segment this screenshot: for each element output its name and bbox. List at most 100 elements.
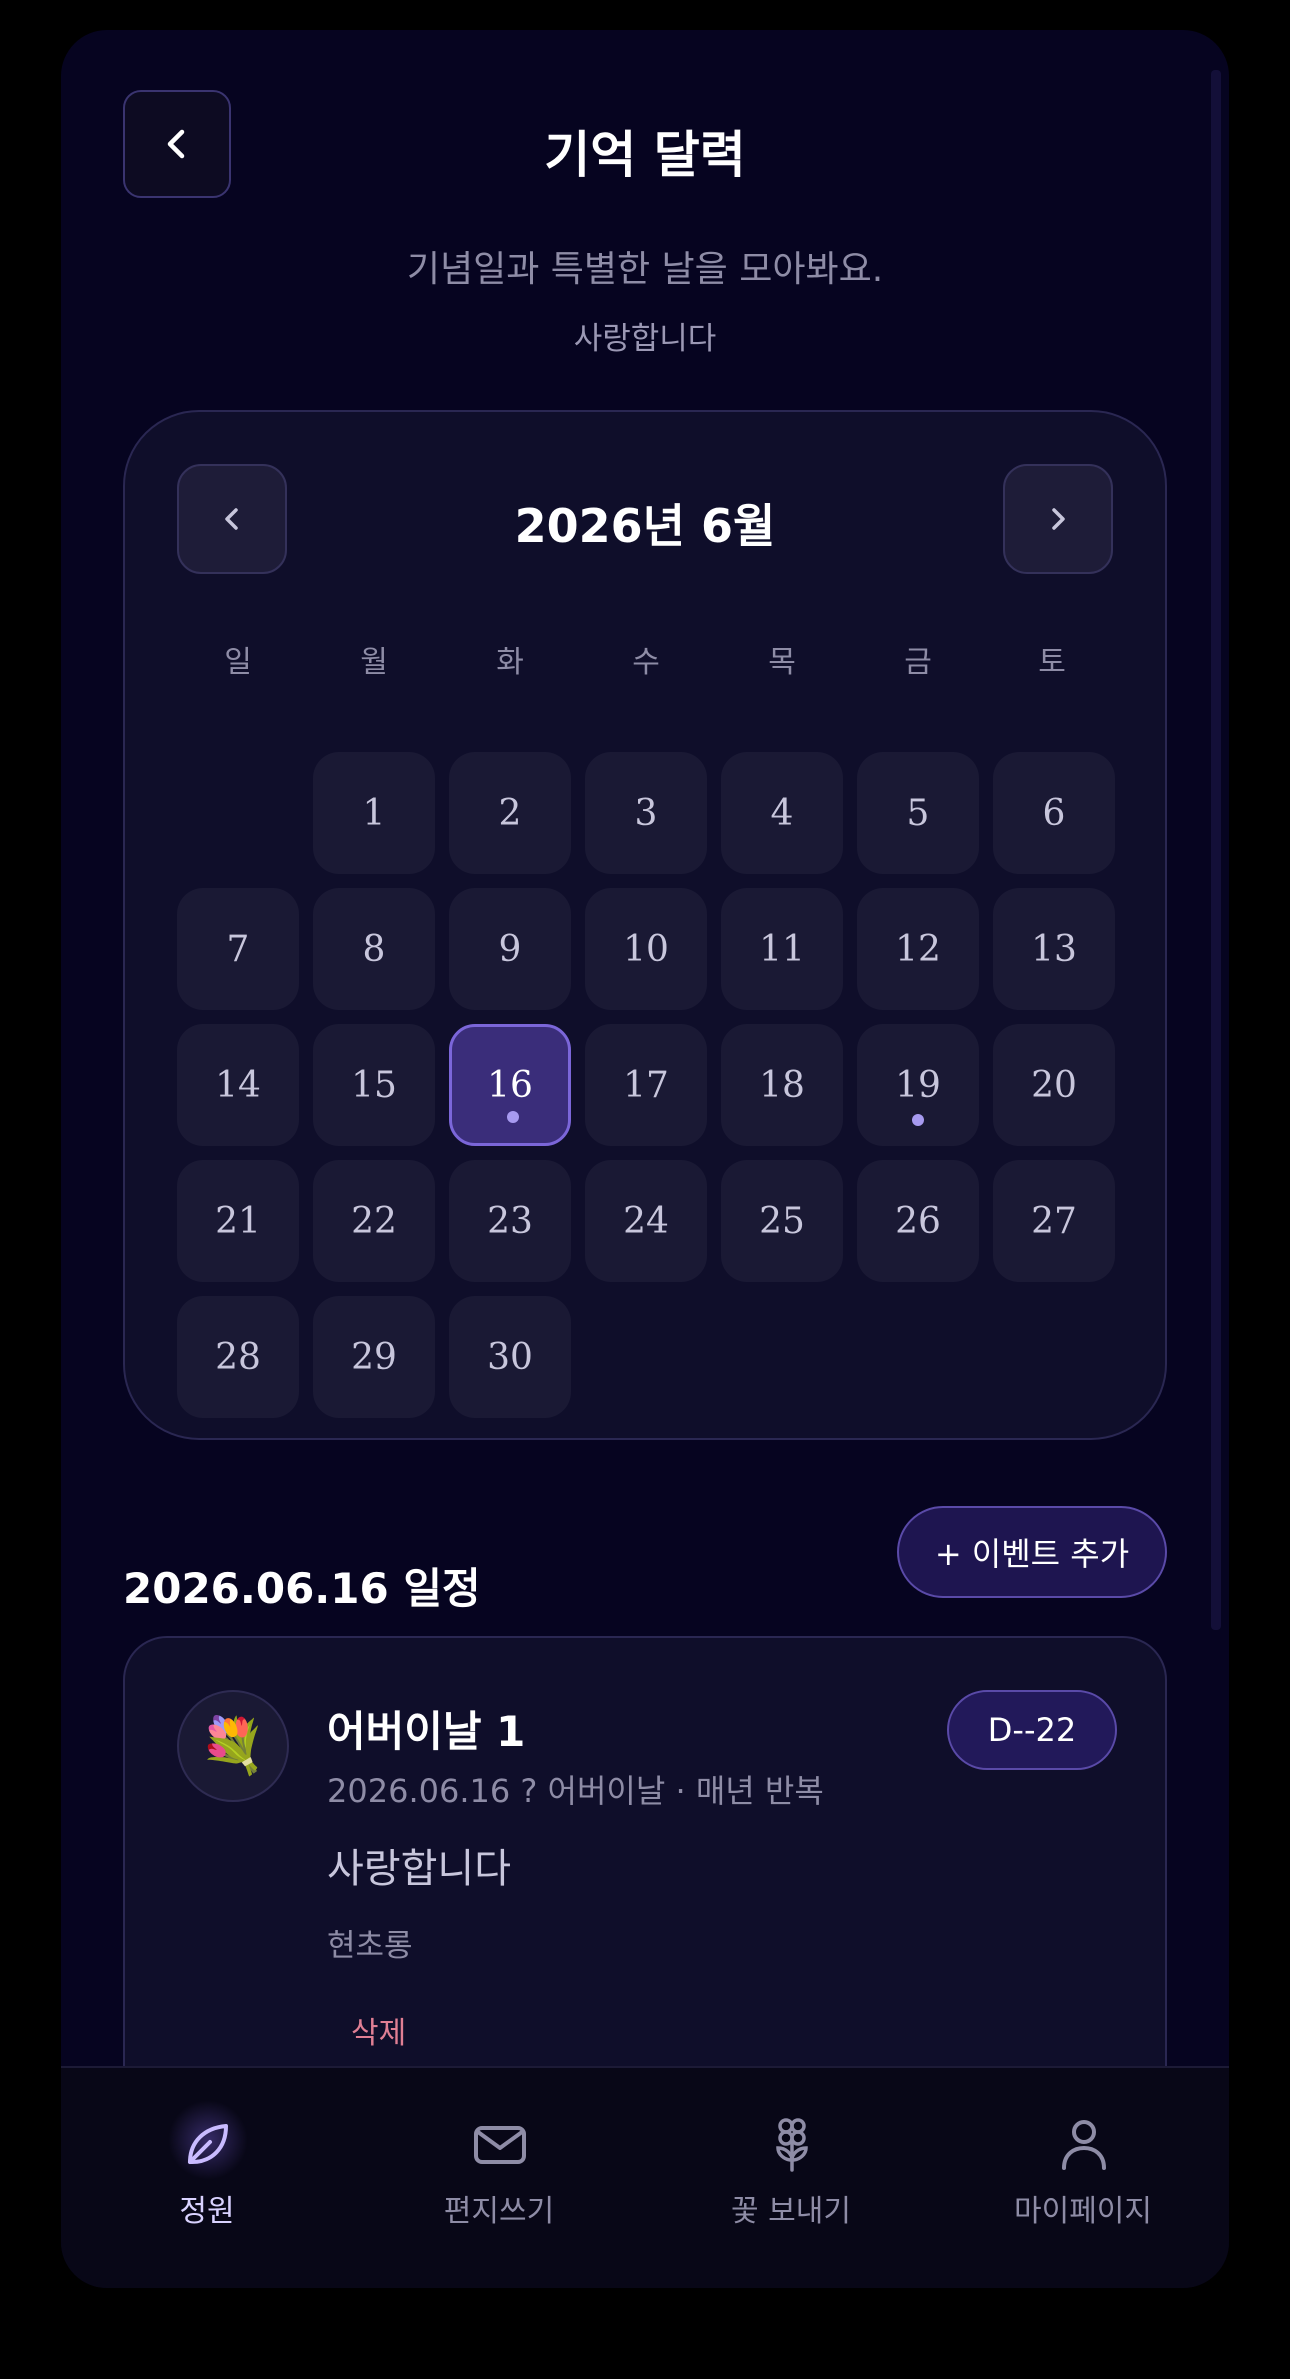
calendar-day[interactable]: 5 bbox=[857, 752, 979, 874]
calendar-day[interactable]: 1 bbox=[313, 752, 435, 874]
calendar-day[interactable]: 28 bbox=[177, 1296, 299, 1418]
day-number: 28 bbox=[215, 1336, 261, 1378]
nav-item-send-flower[interactable]: 꽃 보내기 bbox=[645, 2068, 937, 2268]
calendar-day[interactable]: 8 bbox=[313, 888, 435, 1010]
calendar-day[interactable]: 21 bbox=[177, 1160, 299, 1282]
weekday-label: 토 bbox=[1038, 645, 1066, 680]
nav-label: 편지쓰기 bbox=[443, 2194, 555, 2229]
day-number: 13 bbox=[1031, 928, 1077, 970]
event-meta: 2026.06.16 ? 어버이날 · 매년 반복 bbox=[327, 1772, 824, 1810]
app-screen: 기억 달력 기념일과 특별한 날을 모아봐요. 사랑합니다 2026년 6월 일… bbox=[61, 30, 1229, 2288]
weekday-label: 월 bbox=[360, 645, 388, 680]
calendar-day[interactable]: 26 bbox=[857, 1160, 979, 1282]
weekday-label: 금 bbox=[904, 645, 932, 680]
calendar-day[interactable]: 14 bbox=[177, 1024, 299, 1146]
calendar-day-selected[interactable]: 16 bbox=[449, 1024, 571, 1146]
day-number: 24 bbox=[623, 1200, 669, 1242]
day-number: 25 bbox=[759, 1200, 805, 1242]
calendar-day[interactable]: 17 bbox=[585, 1024, 707, 1146]
day-number: 17 bbox=[623, 1064, 669, 1106]
calendar-day[interactable]: 24 bbox=[585, 1160, 707, 1282]
calendar-day[interactable]: 13 bbox=[993, 888, 1115, 1010]
calendar-day[interactable]: 23 bbox=[449, 1160, 571, 1282]
calendar-day[interactable]: 6 bbox=[993, 752, 1115, 874]
calendar-day[interactable]: 10 bbox=[585, 888, 707, 1010]
day-number: 23 bbox=[487, 1200, 533, 1242]
day-number: 1 bbox=[362, 792, 386, 834]
event-title: 어버이날 1 bbox=[327, 1707, 526, 1756]
calendar-day[interactable]: 3 bbox=[585, 752, 707, 874]
nav-item-letter[interactable]: 편지쓰기 bbox=[353, 2068, 645, 2268]
nav-label: 꽃 보내기 bbox=[731, 2194, 851, 2229]
calendar-day[interactable]: 18 bbox=[721, 1024, 843, 1146]
day-number: 11 bbox=[759, 928, 805, 970]
nav-label: 정원 bbox=[179, 2194, 235, 2229]
calendar-day[interactable]: 27 bbox=[993, 1160, 1115, 1282]
schedule-title: 2026.06.16 일정 bbox=[123, 1564, 481, 1613]
day-number: 7 bbox=[226, 928, 250, 970]
day-number: 4 bbox=[770, 792, 794, 834]
calendar-day[interactable]: 25 bbox=[721, 1160, 843, 1282]
day-number: 30 bbox=[487, 1336, 533, 1378]
day-number: 6 bbox=[1042, 792, 1066, 834]
day-number: 22 bbox=[351, 1200, 397, 1242]
calendar-day[interactable]: 2 bbox=[449, 752, 571, 874]
nav-label: 마이페이지 bbox=[1014, 2194, 1152, 2229]
calendar-day[interactable]: 22 bbox=[313, 1160, 435, 1282]
mail-icon bbox=[474, 2126, 526, 2164]
add-event-button[interactable]: + 이벤트 추가 bbox=[897, 1506, 1167, 1598]
weekday-label: 수 bbox=[632, 645, 660, 680]
day-number: 19 bbox=[895, 1064, 941, 1106]
day-number: 15 bbox=[351, 1064, 397, 1106]
calendar-card: 2026년 6월 일 월 화 수 목 금 토 1 2 3 4 5 6 7 8 9 10 11 12 13… bbox=[123, 410, 1167, 1440]
weekday-label: 화 bbox=[496, 645, 524, 680]
day-number: 8 bbox=[362, 928, 386, 970]
day-number: 26 bbox=[895, 1200, 941, 1242]
nav-item-mypage[interactable]: 마이페이지 bbox=[937, 2068, 1229, 2268]
weekday-label: 일 bbox=[224, 645, 252, 680]
delete-button[interactable]: 삭제 bbox=[351, 2008, 406, 2052]
calendar-day[interactable]: 19 bbox=[857, 1024, 979, 1146]
calendar-day[interactable]: 7 bbox=[177, 888, 299, 1010]
event-message: 사랑합니다 bbox=[327, 1846, 511, 1892]
calendar-day[interactable]: 30 bbox=[449, 1296, 571, 1418]
nav-item-garden[interactable]: 정원 bbox=[61, 2068, 353, 2268]
calendar-day[interactable]: 29 bbox=[313, 1296, 435, 1418]
calendar-day[interactable]: 20 bbox=[993, 1024, 1115, 1146]
day-number: 18 bbox=[759, 1064, 805, 1106]
event-author: 현초롱 bbox=[327, 1928, 413, 1964]
calendar-day[interactable]: 9 bbox=[449, 888, 571, 1010]
day-number: 5 bbox=[906, 792, 930, 834]
page-title: 기억 달력 bbox=[544, 126, 746, 184]
next-month-button[interactable] bbox=[1003, 464, 1113, 574]
weekday-label: 목 bbox=[768, 645, 796, 680]
dday-badge: D--22 bbox=[947, 1690, 1117, 1770]
day-number: 3 bbox=[634, 792, 658, 834]
calendar-day[interactable]: 4 bbox=[721, 752, 843, 874]
day-number: 16 bbox=[487, 1064, 533, 1106]
user-icon bbox=[1062, 2120, 1106, 2170]
calendar-day[interactable]: 12 bbox=[857, 888, 979, 1010]
day-number: 9 bbox=[498, 928, 522, 970]
bottom-nav: 정원 편지쓰기 꽃 보내기 마이페이지 bbox=[61, 2066, 1229, 2288]
event-dot bbox=[912, 1114, 924, 1126]
page-message: 사랑합니다 bbox=[573, 321, 717, 357]
day-number: 20 bbox=[1031, 1064, 1077, 1106]
day-number: 12 bbox=[895, 928, 941, 970]
day-number: 27 bbox=[1031, 1200, 1077, 1242]
leaf-icon bbox=[188, 2124, 228, 2164]
weekday-header: 일 월 화 수 목 금 토 bbox=[177, 637, 1113, 680]
chevron-right-icon bbox=[1052, 508, 1065, 530]
day-number: 2 bbox=[498, 792, 522, 834]
page-subtitle: 기념일과 특별한 날을 모아봐요. bbox=[406, 249, 884, 290]
day-number: 14 bbox=[215, 1064, 261, 1106]
bouquet-icon: 💐 bbox=[177, 1690, 289, 1802]
calendar-day[interactable]: 11 bbox=[721, 888, 843, 1010]
calendar-day[interactable]: 15 bbox=[313, 1024, 435, 1146]
day-number: 21 bbox=[215, 1200, 261, 1242]
day-number: 29 bbox=[351, 1336, 397, 1378]
day-number: 10 bbox=[623, 928, 669, 970]
flower-icon bbox=[776, 2118, 808, 2172]
event-dot bbox=[507, 1111, 519, 1123]
scrollbar[interactable] bbox=[1211, 70, 1221, 1630]
